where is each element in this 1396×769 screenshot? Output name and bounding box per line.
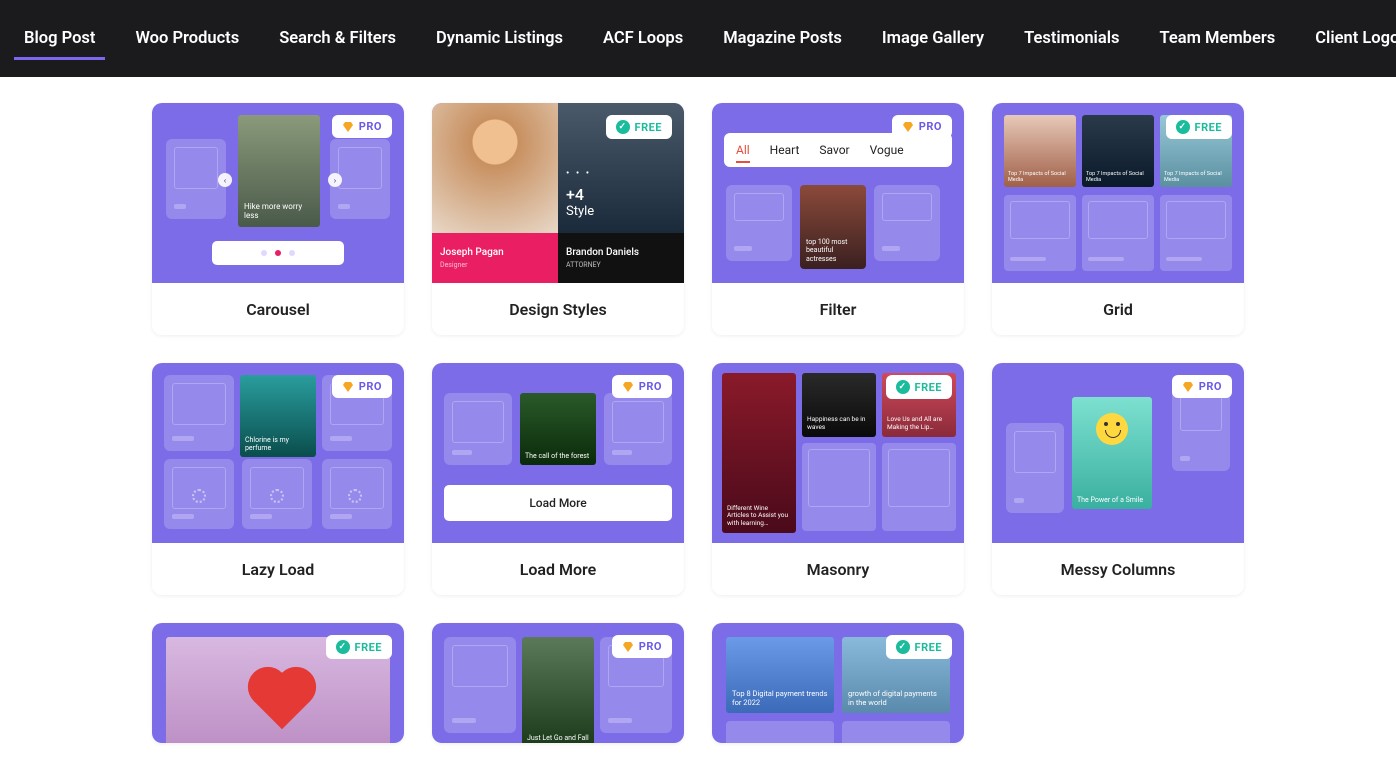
card-lazy-load[interactable]: PRO Chlorine is my perfume Lazy Load xyxy=(152,363,404,595)
tile-caption: Happiness can be in waves xyxy=(807,416,871,432)
demo-grid: PRO Hike more worry less ‹ › Carousel ✓F… xyxy=(0,77,1396,769)
card-grid[interactable]: ✓FREE Top 7 Impacts of Social Media Top … xyxy=(992,103,1244,335)
person-name: Joseph Pagan xyxy=(440,247,550,258)
free-badge: ✓FREE xyxy=(606,115,672,139)
card-partial-1[interactable]: ✓FREE xyxy=(152,623,404,743)
nav-client-logos[interactable]: Client Logos xyxy=(1315,3,1396,74)
diamond-icon xyxy=(622,641,634,653)
nav-acf-loops[interactable]: ACF Loops xyxy=(603,3,683,74)
nav-image-gallery[interactable]: Image Gallery xyxy=(882,3,984,74)
check-icon: ✓ xyxy=(1176,120,1190,134)
load-more-button: Load More xyxy=(444,485,672,521)
pro-badge: PRO xyxy=(1172,375,1232,398)
carousel-prev-icon: ‹ xyxy=(218,173,232,187)
nav-woo-products[interactable]: Woo Products xyxy=(135,3,239,74)
card-title: Carousel xyxy=(246,300,310,319)
tile-caption: The Power of a Smile xyxy=(1077,496,1143,504)
tile-caption: growth of digital payments in the world xyxy=(848,689,944,707)
card-thumbnail: PRO The call of the forest Load More xyxy=(432,363,684,543)
nav-magazine-posts[interactable]: Magazine Posts xyxy=(723,3,842,74)
nav-testimonials[interactable]: Testimonials xyxy=(1024,3,1119,74)
free-badge: ✓FREE xyxy=(326,635,392,659)
card-load-more[interactable]: PRO The call of the forest Load More Loa… xyxy=(432,363,684,595)
spinner-icon xyxy=(270,489,284,503)
pro-badge: PRO xyxy=(332,115,392,138)
card-masonry[interactable]: ✓FREE Different Wine Articles to Assist … xyxy=(712,363,964,595)
tile-caption: Top 7 Impacts of Social Media xyxy=(1164,171,1228,183)
overlay-count: +4 xyxy=(566,185,594,204)
card-design-styles[interactable]: ✓FREE Joseph Pagan Designer • • • +4Style… xyxy=(432,103,684,335)
check-icon: ✓ xyxy=(896,640,910,654)
card-title: Filter xyxy=(820,300,857,319)
heart-icon xyxy=(254,673,311,730)
filter-tab-all: All xyxy=(736,143,750,157)
card-thumbnail: ✓FREE Top 7 Impacts of Social Media Top … xyxy=(992,103,1244,283)
card-thumbnail: ✓FREE Top 8 Digital payment trends for 2… xyxy=(712,623,964,743)
filter-tabs: All Heart Savor Vogue xyxy=(724,133,952,167)
free-badge: ✓FREE xyxy=(886,375,952,399)
smiley-icon xyxy=(1096,413,1128,445)
card-title: Messy Columns xyxy=(1061,560,1176,579)
pro-badge: PRO xyxy=(612,375,672,398)
filter-tab-savor: Savor xyxy=(819,143,849,157)
spinner-icon xyxy=(348,489,362,503)
diamond-icon xyxy=(342,121,354,133)
free-badge: ✓FREE xyxy=(1166,115,1232,139)
card-title: Masonry xyxy=(807,560,870,579)
card-thumbnail: PRO Just Let Go and Fall xyxy=(432,623,684,743)
card-carousel[interactable]: PRO Hike more worry less ‹ › Carousel xyxy=(152,103,404,335)
tile-caption: Love Us and All are Making the Lip… xyxy=(887,416,951,432)
check-icon: ✓ xyxy=(616,120,630,134)
nav-dynamic-listings[interactable]: Dynamic Listings xyxy=(436,3,563,74)
check-icon: ✓ xyxy=(896,380,910,394)
spinner-icon xyxy=(192,489,206,503)
card-title: Lazy Load xyxy=(242,560,315,579)
tile-caption: The call of the forest xyxy=(525,452,589,460)
tile-caption: Chlorine is my perfume xyxy=(245,436,311,452)
diamond-icon xyxy=(342,381,354,393)
card-thumbnail: ✓FREE Joseph Pagan Designer • • • +4Style… xyxy=(432,103,684,283)
card-thumbnail: ✓FREE xyxy=(152,623,404,743)
card-partial-3[interactable]: ✓FREE Top 8 Digital payment trends for 2… xyxy=(712,623,964,743)
card-thumbnail: PRO Hike more worry less ‹ › xyxy=(152,103,404,283)
card-thumbnail: ✓FREE Different Wine Articles to Assist … xyxy=(712,363,964,543)
tile-caption: Top 8 Digital payment trends for 2022 xyxy=(732,689,828,707)
nav-search-filters[interactable]: Search & Filters xyxy=(279,3,396,74)
card-filter[interactable]: PRO All Heart Savor Vogue top 100 most b… xyxy=(712,103,964,335)
person-role: Designer xyxy=(440,261,550,269)
person-name: Brandon Daniels xyxy=(566,247,676,258)
card-messy-columns[interactable]: PRO The Power of a Smile Messy Columns xyxy=(992,363,1244,595)
top-nav: Blog Post Woo Products Search & Filters … xyxy=(0,0,1396,77)
nav-blog-post[interactable]: Blog Post xyxy=(24,3,95,74)
carousel-dots xyxy=(212,241,344,265)
card-title: Design Styles xyxy=(509,300,607,319)
card-partial-2[interactable]: PRO Just Let Go and Fall xyxy=(432,623,684,743)
check-icon: ✓ xyxy=(336,640,350,654)
nav-team-members[interactable]: Team Members xyxy=(1159,3,1275,74)
card-title: Grid xyxy=(1103,300,1133,319)
card-thumbnail: PRO Chlorine is my perfume xyxy=(152,363,404,543)
filter-tab-heart: Heart xyxy=(770,143,800,157)
filter-tab-vogue: Vogue xyxy=(870,143,904,157)
overlay-text: Style xyxy=(566,204,594,219)
card-thumbnail: PRO The Power of a Smile xyxy=(992,363,1244,543)
free-badge: ✓FREE xyxy=(886,635,952,659)
diamond-icon xyxy=(902,121,914,133)
pro-badge: PRO xyxy=(892,115,952,138)
diamond-icon xyxy=(1182,381,1194,393)
card-title: Load More xyxy=(520,560,597,579)
diamond-icon xyxy=(622,381,634,393)
tile-caption: Top 7 Impacts of Social Media xyxy=(1008,171,1072,183)
tile-caption: Just Let Go and Fall xyxy=(527,734,589,742)
card-thumbnail: PRO All Heart Savor Vogue top 100 most b… xyxy=(712,103,964,283)
tile-caption: Top 7 Impacts of Social Media xyxy=(1086,171,1150,183)
tile-caption: top 100 most beautiful actresses xyxy=(806,238,860,263)
pro-badge: PRO xyxy=(332,375,392,398)
dots-icon: • • • xyxy=(566,168,591,179)
pro-badge: PRO xyxy=(612,635,672,658)
slide-caption: Hike more worry less xyxy=(244,202,314,221)
carousel-next-icon: › xyxy=(328,173,342,187)
person-role: ATTORNEY xyxy=(566,261,676,269)
tile-caption: Different Wine Articles to Assist you wi… xyxy=(727,505,791,528)
